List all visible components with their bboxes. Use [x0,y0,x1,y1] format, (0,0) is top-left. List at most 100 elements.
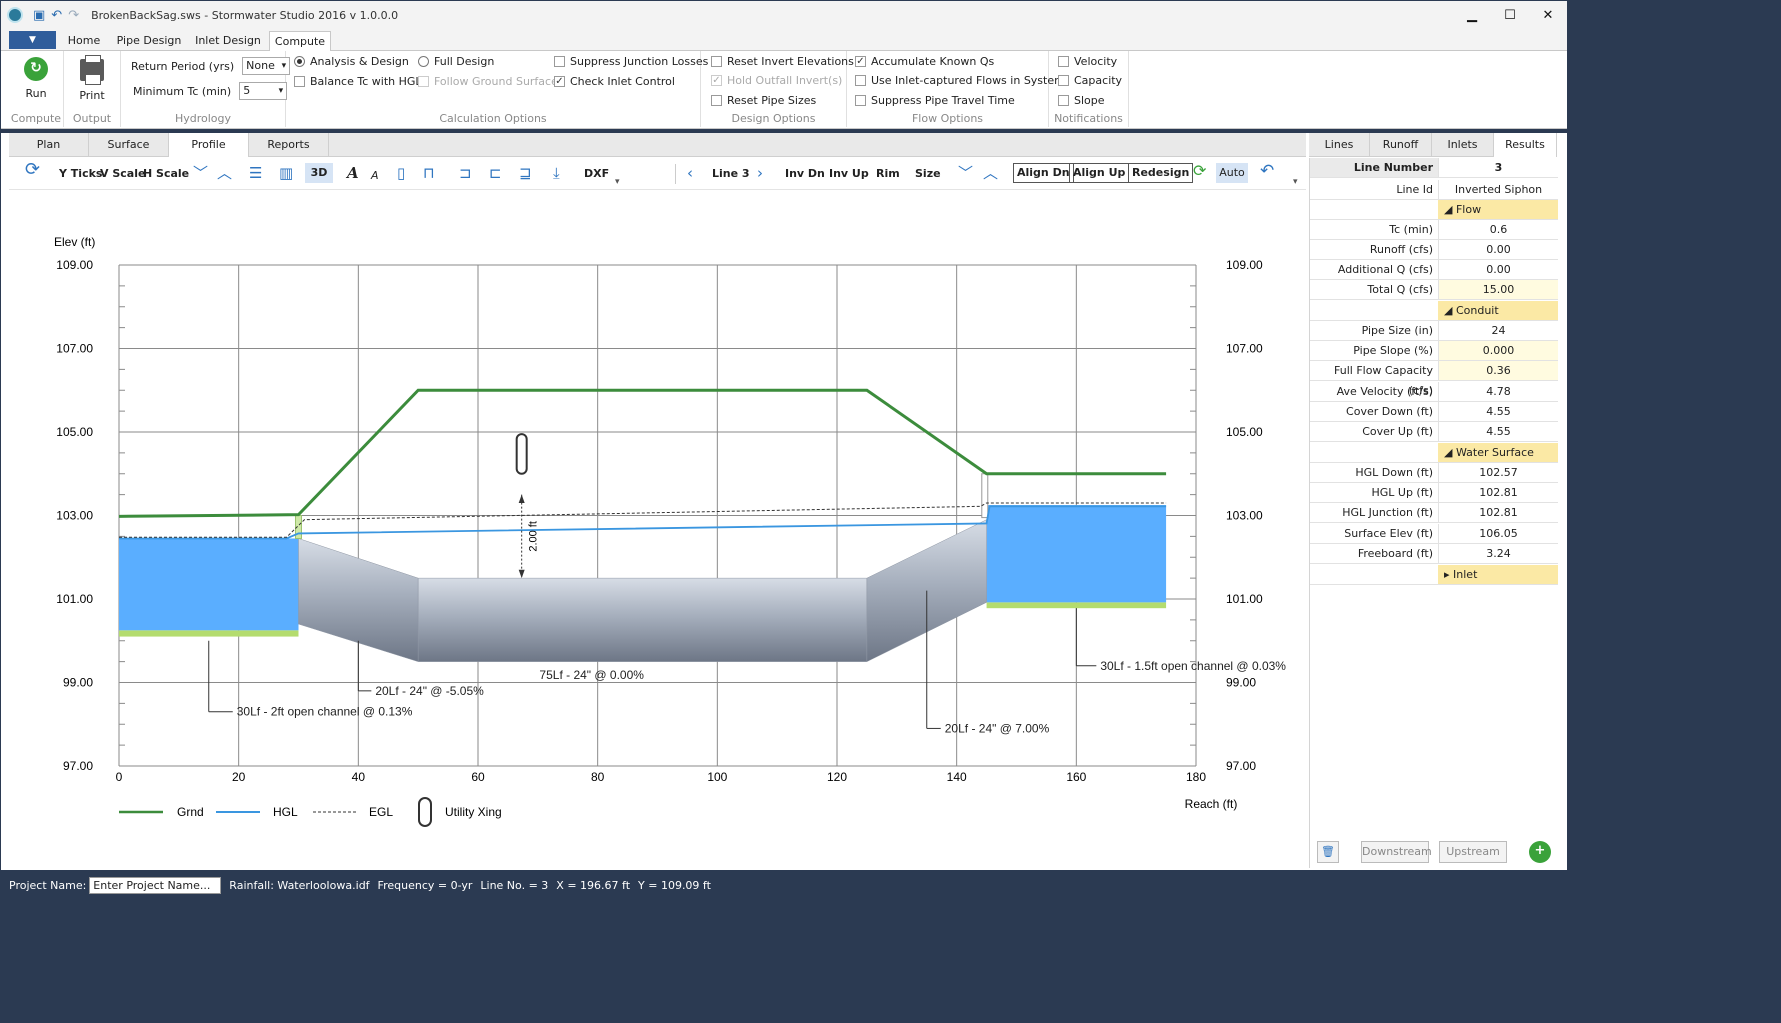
y-tick-label-right: 99.00 [1226,676,1256,690]
category-water-surface[interactable]: ◢ Water Surface [1310,443,1558,463]
profile-chart[interactable]: 2.00 ft 30Lf - 2ft open channel @ 0.13% 20… [9,190,1306,868]
tab-surface[interactable]: Surface [89,133,169,157]
hold-outfall-checkbox[interactable]: ✓ Hold Outfall Invert(s) [711,74,842,87]
undo-icon[interactable]: ↶ [1260,163,1274,180]
y-tick-label-right: 107.00 [1226,342,1263,356]
inv-up-button[interactable]: Inv Up [829,167,869,180]
result-row: Ave Velocity (ft/s) 4.78 [1310,382,1558,402]
result-row: Freeboard (ft) 3.24 [1310,544,1558,564]
size-button[interactable]: Size [915,167,941,180]
y-ticks-button[interactable]: Y Ticks [59,167,102,180]
file-menu-button[interactable]: ▼ [9,31,56,49]
category-flow[interactable]: ◢ Flow [1310,200,1558,220]
undo-icon[interactable]: ↶ [51,8,62,23]
redo-icon[interactable]: ↷ [68,8,79,23]
chevron-down-icon[interactable]: ﹀ [193,165,208,181]
segment-annotation: 20Lf - 24" @ 7.00% [945,721,1050,735]
dxf-button[interactable]: DXF [584,167,609,180]
chevron-up-icon[interactable]: ︿ [217,165,232,181]
ribbon-tab-pipe-design[interactable]: Pipe Design [111,31,187,51]
capacity-checkbox[interactable]: Capacity [1058,74,1122,87]
font-larger-icon[interactable]: A [347,165,359,181]
line-selector[interactable]: Line 3 [712,167,750,180]
reset-pipe-sizes-checkbox[interactable]: Reset Pipe Sizes [711,94,816,107]
segment-annotation: 30Lf - 2ft open channel @ 0.13% [237,705,413,719]
add-icon[interactable]: + [1529,841,1551,863]
3d-toggle[interactable]: 3D [305,163,333,183]
h-scale-button[interactable]: H Scale [143,167,189,180]
overflow-icon[interactable]: ▾ [1293,174,1298,190]
downstream-button[interactable]: Downstream [1361,841,1432,863]
compute-group: Run Compute [9,51,64,127]
save-icon[interactable]: ▣ [33,8,45,23]
ribbon-tab-inlet-design[interactable]: Inlet Design [191,31,265,51]
rim-button[interactable]: Rim [876,167,900,180]
overflow-icon[interactable]: ▾ [615,174,620,190]
return-period-select[interactable]: None [242,57,291,75]
size-up-icon[interactable]: ︿ [983,165,998,181]
balance-tc-checkbox[interactable]: Balance Tc with HGL [294,75,422,88]
inlet-icon[interactable]: ⊒ [519,165,532,181]
structure-icon[interactable]: ⊐ [459,165,472,181]
delete-icon[interactable]: 🗑 [1317,841,1339,863]
horizontal-grid-icon[interactable]: ☰ [249,165,262,181]
ribbon-tab-home[interactable]: Home [61,31,107,51]
tab-reports[interactable]: Reports [249,133,329,157]
auto-toggle[interactable]: Auto [1216,163,1248,183]
align-up-button[interactable]: Align Up [1069,163,1130,183]
full-design-radio[interactable]: Full Design [418,55,494,68]
close-button[interactable]: ✕ [1529,1,1567,29]
tab-lines[interactable]: Lines [1309,133,1370,157]
line-number-value[interactable]: 3 [1438,158,1558,177]
category-flow-label: Flow [1455,203,1482,216]
result-row: Full Flow Capacity (cfs) 0.36 [1310,361,1558,397]
ribbon-tab-compute[interactable]: Compute [269,31,331,51]
print-button[interactable]: Print [68,55,116,102]
junction-structure [981,473,989,519]
previous-line-icon[interactable]: ‹ [687,165,693,181]
accumulate-known-qs-checkbox[interactable]: ✓ Accumulate Known Qs [855,55,994,68]
use-inlet-captured-checkbox[interactable]: Use Inlet-captured Flows in System [855,74,1065,87]
toolbar-separator [675,164,676,184]
auto-refresh-icon[interactable]: ⟳ [1193,163,1206,179]
category-water-surface-label: Water Surface [1455,446,1534,459]
line-id-value[interactable]: Inverted Siphon [1438,180,1558,199]
upstream-button[interactable]: Upstream [1439,841,1507,863]
vertical-grid-icon[interactable]: ▥ [279,165,293,181]
result-row: Cover Down (ft) 4.55 [1310,402,1558,422]
tab-inlets[interactable]: Inlets [1432,133,1494,157]
junction-icon[interactable]: ⊏ [489,165,502,181]
tab-results[interactable]: Results [1494,133,1557,157]
v-scale-button[interactable]: V Scale [100,167,145,180]
category-conduit[interactable]: ◢ Conduit [1310,301,1558,321]
inv-dn-button[interactable]: Inv Dn [785,167,825,180]
align-dn-button[interactable]: Align Dn [1013,163,1074,183]
font-smaller-icon[interactable]: A [371,168,379,184]
follow-ground-checkbox[interactable]: Follow Ground Surface [418,75,558,88]
category-inlet[interactable]: ▸ Inlet [1310,565,1558,585]
run-button[interactable]: Run [13,57,59,100]
pipe-icon[interactable]: ⊓ [423,165,435,181]
size-down-icon[interactable]: ﹀ [958,165,973,181]
analysis-design-radio[interactable]: Analysis & Design [294,55,409,68]
suppress-travel-time-checkbox[interactable]: Suppress Pipe Travel Time [855,94,1015,107]
tab-runoff[interactable]: Runoff [1370,133,1432,157]
project-name-input[interactable]: Enter Project Name... [89,877,222,894]
refresh-icon[interactable]: ⟳ [25,161,40,179]
line-no-text: Line No. = 3 [480,879,549,892]
minimize-button[interactable]: ▁ [1453,1,1491,29]
series-grnd-line [118,388,1167,518]
tab-plan[interactable]: Plan [9,133,89,157]
maximize-button[interactable]: ☐ [1491,1,1529,29]
check-inlet-control-checkbox[interactable]: ✓ Check Inlet Control [554,75,675,88]
redesign-button[interactable]: Redesign [1128,163,1194,183]
min-tc-select[interactable]: 5 [239,82,288,100]
next-line-icon[interactable]: › [757,165,763,181]
download-icon[interactable]: ⤓ [553,165,560,181]
reset-invert-checkbox[interactable]: Reset Invert Elevations [711,55,854,68]
tab-profile[interactable]: Profile [169,133,249,157]
velocity-checkbox[interactable]: Velocity [1058,55,1117,68]
slope-checkbox[interactable]: Slope [1058,94,1105,107]
manhole-icon[interactable]: ▯ [397,165,405,181]
suppress-junction-checkbox[interactable]: Suppress Junction Losses [554,55,708,68]
